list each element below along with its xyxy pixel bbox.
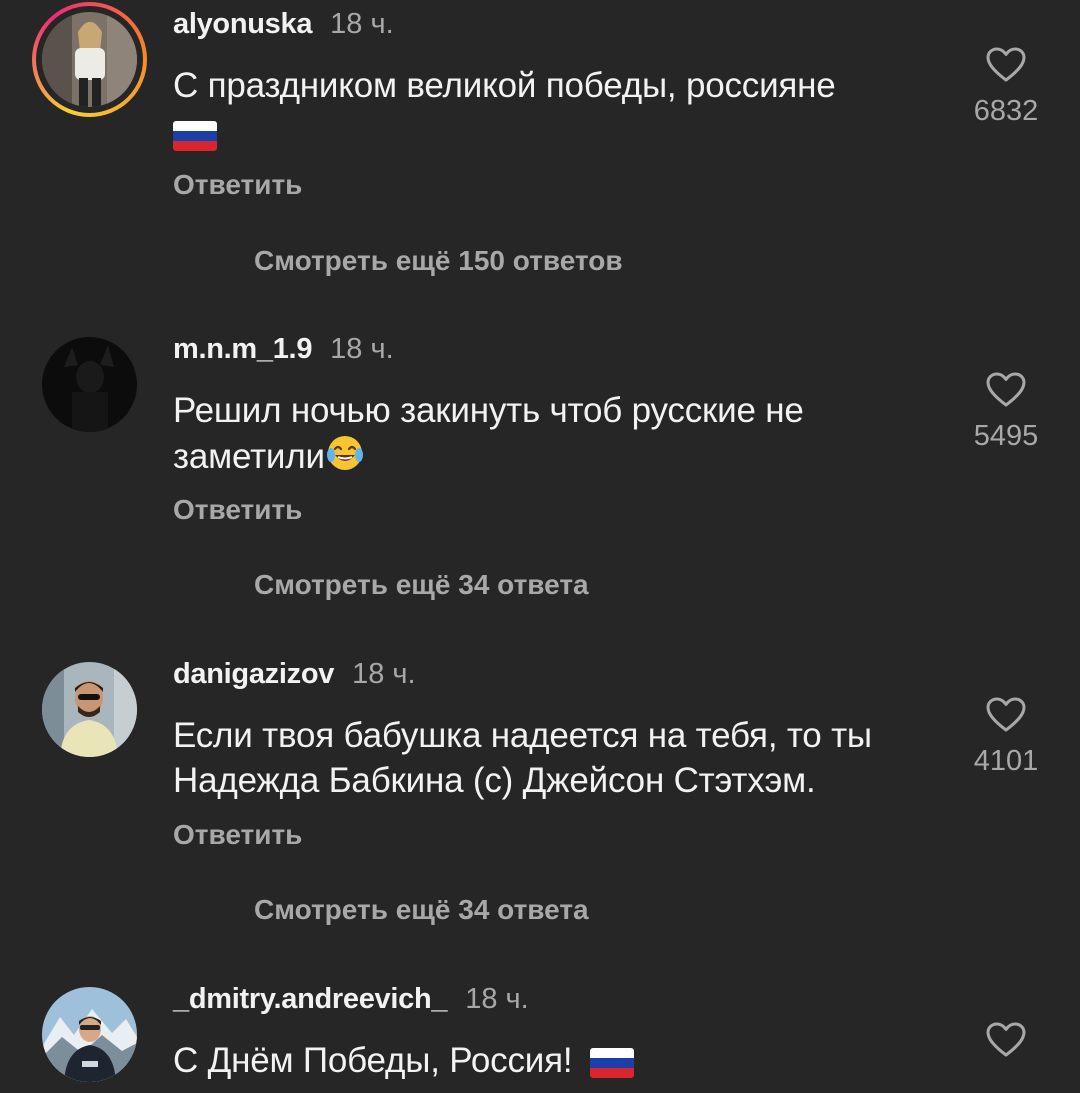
username[interactable]: alyonuska: [173, 8, 312, 40]
view-more-replies-button[interactable]: Смотреть ещё 150 ответов: [254, 245, 623, 277]
like-control: 4101: [960, 697, 1052, 778]
like-control: [960, 1022, 1052, 1058]
russia-flag-icon: [173, 120, 217, 151]
reply-button[interactable]: Ответить: [173, 169, 302, 201]
russia-flag-icon: [589, 1047, 634, 1078]
comment-text-block: Решил ночью закинуть чтоб русские не зам…: [173, 388, 893, 484]
comment-time: 18 ч.: [330, 333, 394, 365]
reply-button[interactable]: Ответить: [173, 819, 302, 851]
like-count: 4101: [973, 745, 1039, 777]
view-more-replies-button[interactable]: Смотреть ещё 34 ответа: [254, 894, 589, 926]
like-control: 5495: [960, 372, 1052, 453]
like-count: 5495: [973, 420, 1039, 452]
heart-icon[interactable]: [986, 47, 1026, 83]
avatar-story-ring[interactable]: [32, 2, 147, 117]
laughing-tears-icon: [325, 433, 365, 484]
username[interactable]: m.n.m_1.9: [173, 333, 312, 365]
heart-icon[interactable]: [986, 1022, 1026, 1058]
comment-text: С праздником великой победы, россияне: [173, 66, 836, 105]
heart-icon[interactable]: [986, 697, 1026, 733]
avatar[interactable]: [42, 987, 137, 1082]
heart-icon[interactable]: [986, 372, 1026, 408]
like-count: 6832: [973, 95, 1039, 127]
comment-text: С Днём Победы, Россия!: [173, 1041, 573, 1080]
comment-time: 18 ч.: [352, 658, 416, 690]
comment-text-block: С Днём Победы, Россия!: [173, 1038, 933, 1083]
avatar[interactable]: [42, 12, 137, 107]
comment-text: Если твоя бабушка надеется на тебя, то т…: [173, 716, 872, 800]
comments-screen: alyonuska 18 ч. С праздником великой побе…: [0, 0, 1080, 1093]
like-control: 6832: [960, 47, 1052, 128]
comment-time: 18 ч.: [330, 8, 394, 40]
avatar[interactable]: [42, 337, 137, 432]
comment-text: Решил ночью закинуть чтоб русские не зам…: [173, 391, 804, 476]
reply-button[interactable]: Ответить: [173, 494, 302, 526]
avatar[interactable]: [42, 662, 137, 757]
username[interactable]: _dmitry.andreevich_: [173, 983, 448, 1015]
comment-text-block: С праздником великой победы, россияне: [173, 63, 933, 153]
username[interactable]: danigazizov: [173, 658, 334, 690]
comment-time: 18 ч.: [465, 983, 529, 1015]
view-more-replies-button[interactable]: Смотреть ещё 34 ответа: [254, 569, 589, 601]
